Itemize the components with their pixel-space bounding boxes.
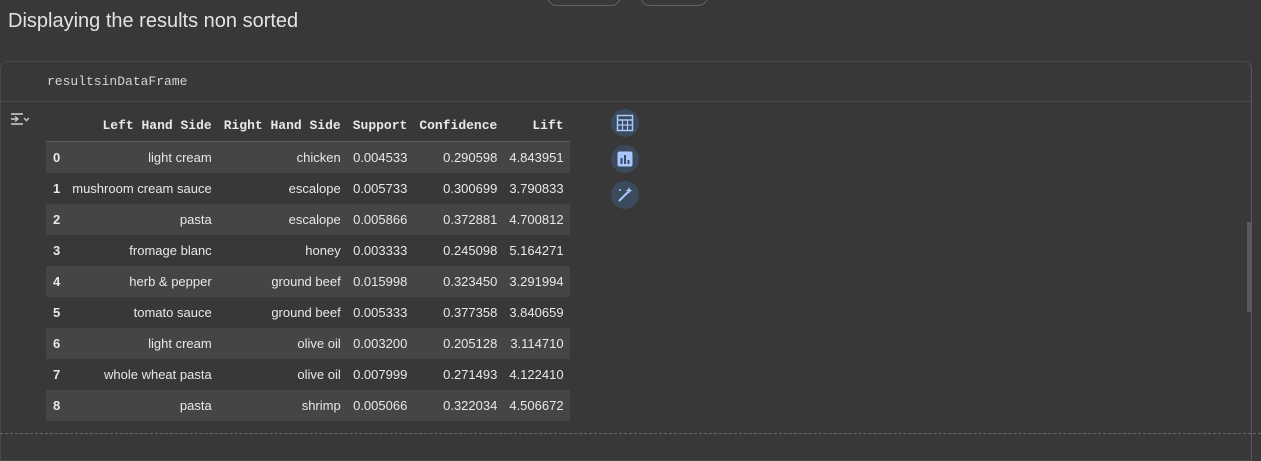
cell-lhs: herb & pepper (66, 266, 218, 297)
code-editor[interactable]: resultsinDataFrame (1, 62, 1251, 102)
column-header-lift: Lift (503, 110, 570, 142)
cell-support: 0.005733 (346, 173, 414, 204)
cell-rhs: ground beef (217, 266, 347, 297)
row-index: 5 (46, 297, 67, 328)
row-index: 4 (46, 266, 67, 297)
column-header-support: Support (346, 110, 414, 142)
cell-lift: 3.790833 (503, 173, 570, 204)
cell-lhs: pasta (66, 390, 218, 421)
cell-rhs: escalope (217, 204, 347, 235)
table-row: 5 tomato sauce ground beef 0.005333 0.37… (46, 297, 570, 328)
cell-lhs: light cream (66, 141, 218, 173)
cell-confidence: 0.300699 (413, 173, 504, 204)
row-index: 6 (46, 328, 67, 359)
table-row: 6 light cream olive oil 0.003200 0.20512… (46, 328, 570, 359)
cell-rhs: chicken (217, 141, 347, 173)
column-header-index (46, 110, 67, 142)
cell-confidence: 0.322034 (413, 390, 504, 421)
cell-lift: 3.291994 (503, 266, 570, 297)
cell-lhs: light cream (66, 328, 218, 359)
cell-support: 0.005066 (346, 390, 414, 421)
table-row: 4 herb & pepper ground beef 0.015998 0.3… (46, 266, 570, 297)
table-row: 8 pasta shrimp 0.005066 0.322034 4.50667… (46, 390, 570, 421)
cell-confidence: 0.245098 (413, 235, 504, 266)
cell-rhs: olive oil (217, 359, 347, 390)
table-row: 7 whole wheat pasta olive oil 0.007999 0… (46, 359, 570, 390)
cell-support: 0.015998 (346, 266, 414, 297)
cell-lift: 4.506672 (503, 390, 570, 421)
cell-support: 0.007999 (346, 359, 414, 390)
row-index: 2 (46, 204, 67, 235)
cell-rhs: escalope (217, 173, 347, 204)
cell-support: 0.003200 (346, 328, 414, 359)
dataframe-table: Left Hand Side Right Hand Side Support C… (46, 110, 570, 421)
row-index: 1 (46, 173, 67, 204)
cell-confidence: 0.290598 (413, 141, 504, 173)
row-index: 0 (46, 141, 67, 173)
output-toggle-icon[interactable] (9, 110, 33, 128)
cell-lhs: fromage blanc (66, 235, 218, 266)
code-text: resultsinDataFrame (47, 74, 188, 89)
column-header-rhs: Right Hand Side (217, 110, 347, 142)
cell-confidence: 0.205128 (413, 328, 504, 359)
cell-lift: 5.164271 (503, 235, 570, 266)
row-index: 8 (46, 390, 67, 421)
cell-lift: 4.700812 (503, 204, 570, 235)
vertical-scrollbar[interactable] (1247, 222, 1251, 312)
cell-lift: 3.840659 (503, 297, 570, 328)
dataframe-actions (611, 109, 641, 217)
cell-support: 0.005333 (346, 297, 414, 328)
top-toolbar-button-1[interactable] (547, 0, 621, 6)
column-header-lhs: Left Hand Side (66, 110, 218, 142)
magic-wand-icon[interactable] (611, 181, 639, 209)
column-header-confidence: Confidence (413, 110, 504, 142)
cell-support: 0.003333 (346, 235, 414, 266)
table-header-row: Left Hand Side Right Hand Side Support C… (46, 110, 570, 142)
cell-confidence: 0.271493 (413, 359, 504, 390)
cell-rhs: ground beef (217, 297, 347, 328)
cell-rhs: olive oil (217, 328, 347, 359)
top-toolbar-button-2[interactable] (640, 0, 708, 6)
cell-lhs: tomato sauce (66, 297, 218, 328)
cell-support: 0.005866 (346, 204, 414, 235)
cell-confidence: 0.323450 (413, 266, 504, 297)
table-row: 0 light cream chicken 0.004533 0.290598 … (46, 141, 570, 173)
cell-support: 0.004533 (346, 141, 414, 173)
bar-chart-icon[interactable] (611, 145, 639, 173)
table-icon[interactable] (611, 109, 639, 137)
code-cell[interactable]: resultsinDataFrame Left Hand Side Right … (0, 61, 1252, 461)
page-title: Displaying the results non sorted (8, 10, 299, 32)
cell-confidence: 0.372881 (413, 204, 504, 235)
table-row: 3 fromage blanc honey 0.003333 0.245098 … (46, 235, 570, 266)
cell-rhs: shrimp (217, 390, 347, 421)
cell-divider (0, 433, 1261, 434)
cell-lift: 3.114710 (503, 328, 570, 359)
cell-lhs: mushroom cream sauce (66, 173, 218, 204)
cell-confidence: 0.377358 (413, 297, 504, 328)
cell-lift: 4.122410 (503, 359, 570, 390)
table-row: 2 pasta escalope 0.005866 0.372881 4.700… (46, 204, 570, 235)
cell-lhs: whole wheat pasta (66, 359, 218, 390)
row-index: 7 (46, 359, 67, 390)
cell-lhs: pasta (66, 204, 218, 235)
row-index: 3 (46, 235, 67, 266)
cell-rhs: honey (217, 235, 347, 266)
cell-lift: 4.843951 (503, 141, 570, 173)
table-row: 1 mushroom cream sauce escalope 0.005733… (46, 173, 570, 204)
